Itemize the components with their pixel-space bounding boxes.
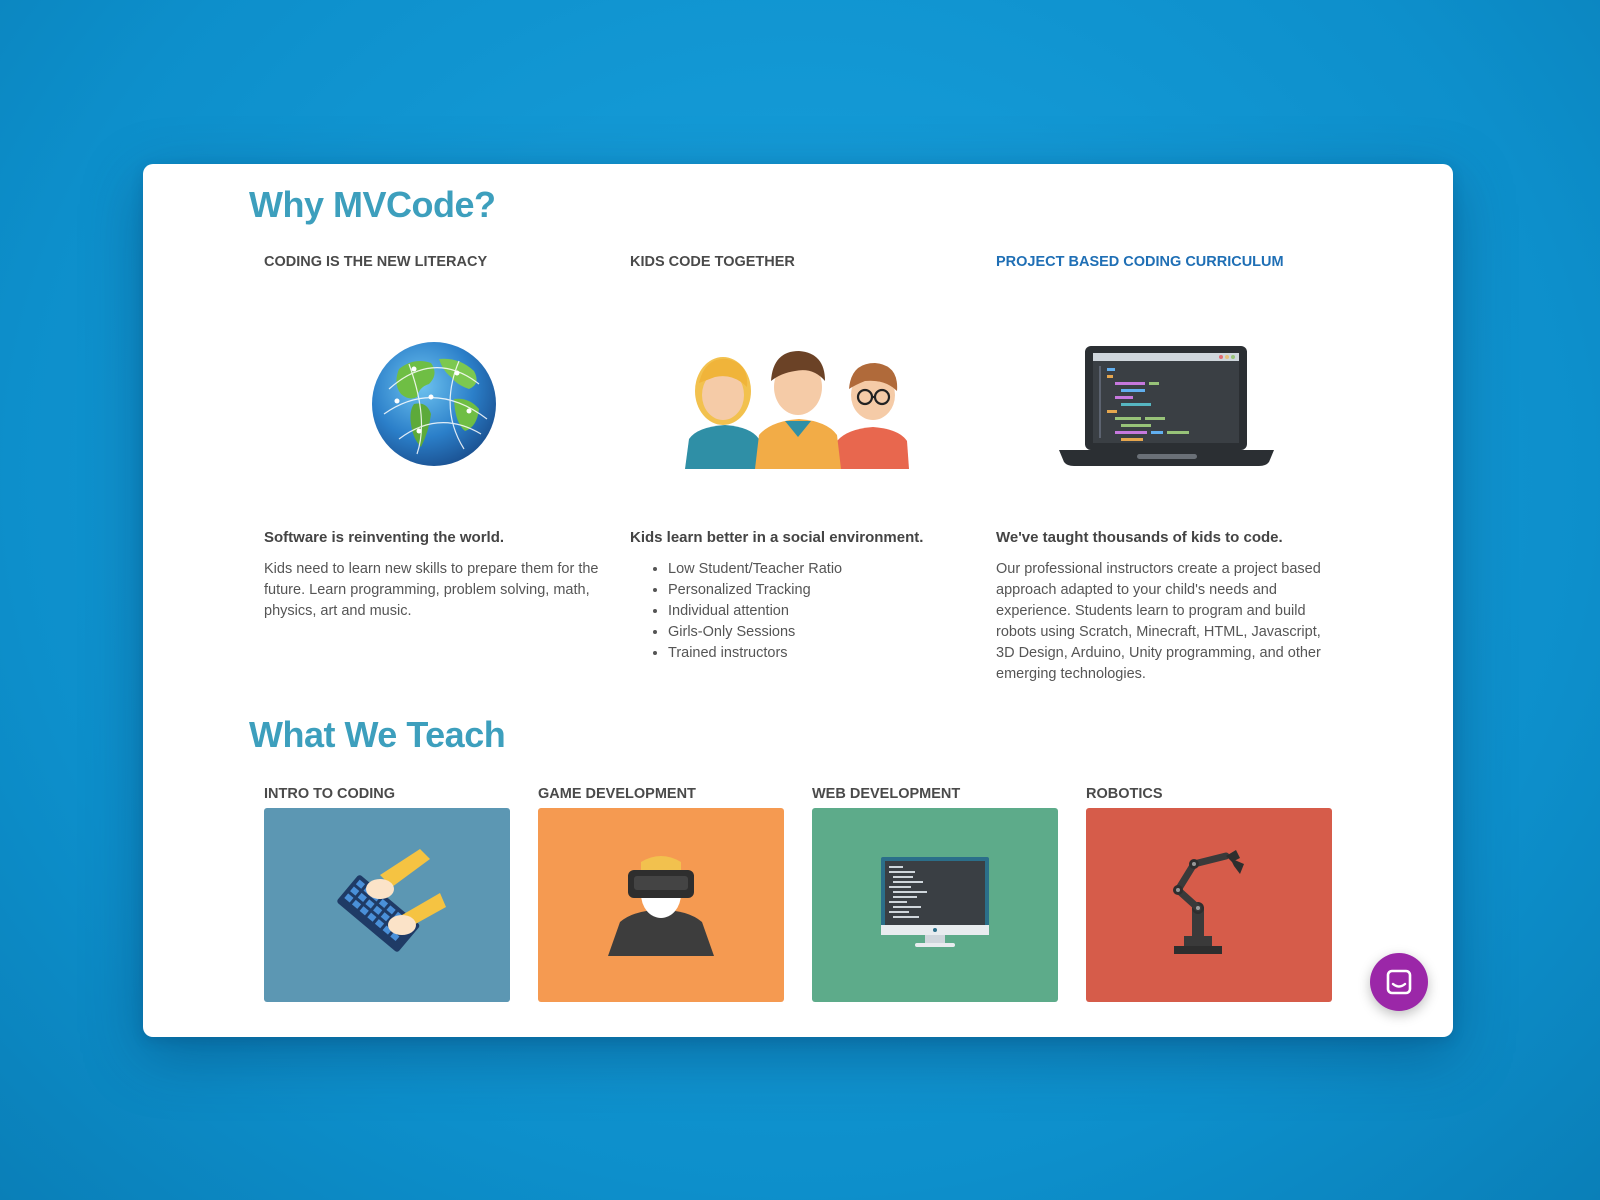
- course-tile-game[interactable]: [538, 808, 784, 1002]
- vr-headset-icon: [608, 856, 714, 956]
- keyboard-hands-icon: [337, 849, 446, 952]
- feature-subtitle: Kids learn better in a social environmen…: [630, 529, 924, 546]
- course-tile-intro[interactable]: [264, 808, 510, 1002]
- curriculum-link[interactable]: PROJECT BASED CODING CURRICULUM: [996, 254, 1336, 274]
- feature-heading: KIDS CODE TOGETHER: [630, 254, 795, 270]
- feature-subtitle: Software is reinventing the world.: [264, 529, 505, 546]
- what-we-teach-title: What We Teach: [249, 714, 506, 755]
- course-web-development: WEB DEVELOPMENT: [812, 786, 1058, 1002]
- course-tile-robotics[interactable]: [1086, 808, 1332, 1002]
- list-item: Individual attention: [668, 601, 842, 622]
- robot-arm-icon: [1173, 850, 1244, 954]
- feature-coding-literacy: CODING IS THE NEW LITERACY Software is r…: [264, 254, 604, 619]
- list-item: Personalized Tracking: [668, 580, 842, 601]
- course-intro-to-coding: INTRO TO CODING: [264, 786, 510, 1002]
- feature-heading: CODING IS THE NEW LITERACY: [264, 254, 488, 270]
- monitor-code-icon: [881, 857, 989, 947]
- chat-button[interactable]: [1370, 953, 1428, 1011]
- course-label: INTRO TO CODING: [264, 786, 396, 802]
- why-mvcode-title: Why MVCode?: [249, 184, 496, 225]
- feature-kids-code-together: KIDS CODE TOGETHER Kids learn better in …: [630, 254, 970, 661]
- globe-icon: [264, 324, 604, 484]
- kids-group-icon: [630, 324, 970, 484]
- feature-project-curriculum: PROJECT BASED CODING CURRICULUM We've ta…: [996, 254, 1336, 682]
- content-card: Why MVCode? CODING IS THE NEW LITERACY S…: [143, 164, 1453, 1037]
- benefits-list: Low Student/Teacher Ratio Personalized T…: [630, 559, 842, 664]
- course-label: WEB DEVELOPMENT: [812, 786, 961, 802]
- chat-icon: [1386, 969, 1412, 995]
- list-item: Low Student/Teacher Ratio: [668, 559, 842, 580]
- laptop-code-icon: [996, 324, 1336, 484]
- feature-subtitle: We've taught thousands of kids to code.: [996, 529, 1283, 546]
- course-tile-web[interactable]: [812, 808, 1058, 1002]
- course-label: ROBOTICS: [1086, 786, 1163, 802]
- feature-description: Kids need to learn new skills to prepare…: [264, 561, 599, 619]
- list-item: Girls-Only Sessions: [668, 622, 842, 643]
- course-robotics: ROBOTICS: [1086, 786, 1332, 1002]
- course-game-development: GAME DEVELOPMENT: [538, 786, 784, 1002]
- course-label: GAME DEVELOPMENT: [538, 786, 696, 802]
- feature-description: Our professional instructors create a pr…: [996, 561, 1321, 682]
- list-item: Trained instructors: [668, 643, 842, 664]
